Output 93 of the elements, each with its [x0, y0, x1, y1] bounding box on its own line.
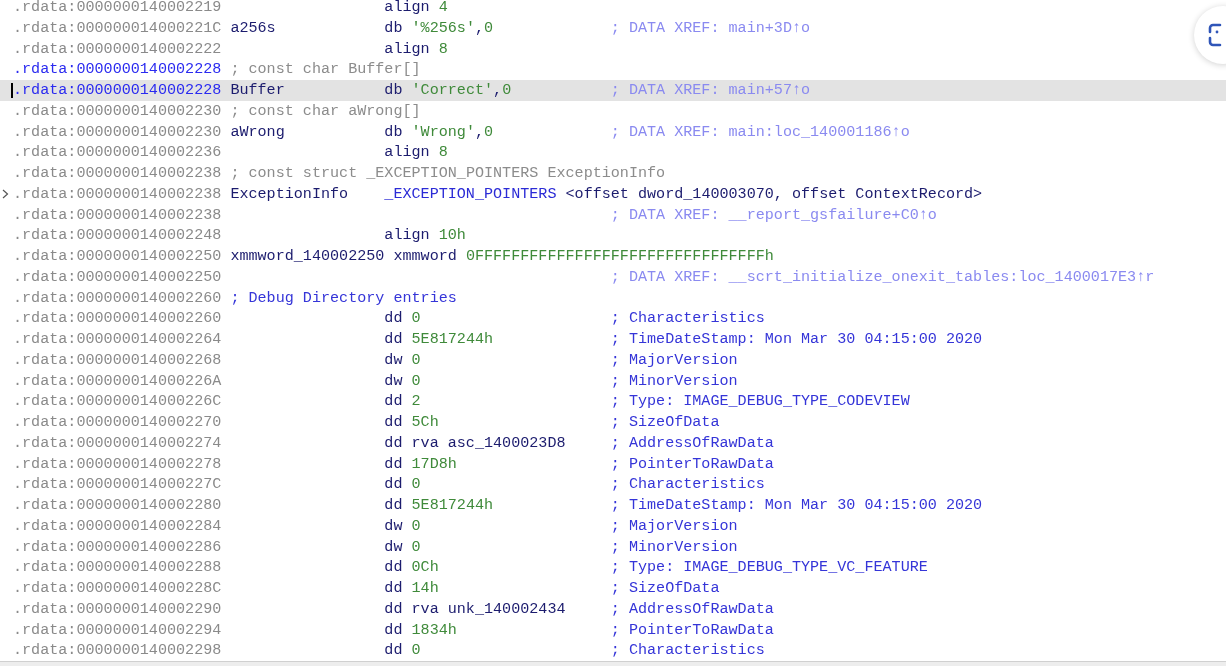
address-text: .rdata:0000000140002268 — [13, 349, 222, 371]
instruction-text: align 10h — [384, 226, 466, 245]
address-text: .rdata:0000000140002260 — [13, 287, 222, 309]
instruction-text: dd 17D8h — [384, 454, 457, 473]
address-text: .rdata:0000000140002280 — [13, 495, 222, 516]
instruction-text: xmmword 0FFFFFFFFFFFFFFFFFFFFFFFFFFFFFFFFh — [393, 247, 774, 265]
scan-icon — [1208, 23, 1222, 47]
instruction-text: dw 0 — [384, 371, 421, 390]
instruction-text: dd 5E817244h — [384, 330, 494, 348]
address-text: .rdata:000000014000221C — [13, 17, 222, 39]
address-text: .rdata:000000014000227C — [13, 474, 222, 495]
address-text: .rdata:0000000140002264 — [13, 329, 222, 350]
address-text: .rdata:0000000140002278 — [13, 453, 222, 475]
comment-text: ; AddressOfRawData — [610, 432, 774, 454]
label-text: aWrong — [230, 122, 285, 141]
address-text: .rdata:0000000140002228 — [13, 80, 222, 101]
label-text: Buffer — [230, 81, 285, 99]
address-text: .rdata:000000014000226A — [13, 370, 222, 392]
comment-text: ; SizeOfData — [610, 578, 720, 599]
text-cursor — [11, 83, 13, 98]
label-text: xmmword_140002250 — [230, 247, 385, 265]
comment-text: ; Characteristics — [610, 308, 765, 329]
instruction-text: dw 0 — [384, 350, 421, 369]
comment-text: ; const char aWrong[] — [230, 100, 421, 122]
comment-text: ; DATA XREF: __scrt_initialize_onexit_tables:loc_1400017E3↑r — [610, 266, 1155, 288]
chevron-icon[interactable] — [2, 189, 9, 200]
instruction-text: dd 5Ch — [384, 413, 439, 431]
instruction-text: align 8 — [384, 39, 448, 58]
comment-text: ; MinorVersion — [610, 536, 738, 558]
address-text: .rdata:0000000140002290 — [13, 598, 222, 620]
instruction-text: _EXCEPTION_POINTERS <offset dword_140003070, offset ContextRecord> — [384, 184, 983, 203]
comment-text: ; DATA XREF: __report_gsfailure+C0↑o — [610, 204, 937, 226]
address-text: .rdata:0000000140002250 — [13, 246, 222, 267]
instruction-text: dd rva asc_1400023D8 — [384, 433, 566, 452]
comment-text: ; const char Buffer[] — [230, 59, 421, 80]
instruction-text: db 'Wrong',0 — [384, 122, 494, 141]
address-text: .rdata:0000000140002294 — [13, 619, 222, 641]
comment-text: ; AddressOfRawData — [610, 598, 774, 620]
instruction-text: db 'Correct',0 — [384, 81, 512, 99]
address-text: .rdata:0000000140002230 — [13, 100, 222, 122]
address-text: .rdata:0000000140002238 — [13, 183, 222, 205]
instruction-text: dd 1834h — [384, 620, 457, 639]
instruction-text: dd 14h — [384, 579, 439, 597]
address-text: .rdata:0000000140002270 — [13, 412, 222, 433]
address-text: .rdata:0000000140002219 — [13, 0, 222, 18]
instruction-text: dd 0 — [384, 309, 421, 328]
instruction-text: dd 0 — [384, 475, 421, 494]
label-text: ExceptionInfo — [230, 184, 349, 203]
address-text: .rdata:000000014000228C — [13, 578, 222, 599]
instruction-text: dd 5E817244h — [384, 496, 494, 514]
address-text: .rdata:0000000140002238 — [13, 163, 222, 184]
address-text: .rdata:0000000140002274 — [13, 432, 222, 454]
address-text: .rdata:0000000140002228 — [13, 59, 222, 80]
instruction-text: db '%256s',0 — [384, 18, 494, 37]
address-text: .rdata:0000000140002250 — [13, 266, 222, 288]
instruction-text: align 8 — [384, 143, 448, 162]
comment-text: ; PointerToRawData — [610, 619, 774, 641]
comment-text: ; MajorVersion — [610, 349, 738, 371]
comment-text: ; DATA XREF: main+3D↑o — [610, 17, 811, 39]
listing-row[interactable]: .rdata:0000000140002228 Buffer db 'Correct',0 ; DATA XREF: main+57↑o — [0, 80, 1226, 101]
comment-text: ; MajorVersion — [610, 515, 738, 537]
instruction-text: dd rva unk_140002434 — [384, 599, 566, 618]
comment-text: ; Characteristics — [610, 474, 765, 495]
instruction-text: dw 0 — [384, 516, 421, 535]
address-text: .rdata:0000000140002288 — [13, 557, 222, 578]
comment-text: ; Characteristics — [610, 640, 765, 661]
comment-text: ; Type: IMAGE_DEBUG_TYPE_VC_FEATURE — [610, 557, 928, 578]
label-text: a256s — [230, 18, 276, 37]
comment-text: ; Debug Directory entries — [230, 287, 457, 309]
instruction-text: align 4 — [384, 0, 448, 16]
address-text: .rdata:000000014000226C — [13, 391, 222, 412]
comment-text: ; PointerToRawData — [610, 453, 774, 475]
address-text: .rdata:0000000140002248 — [13, 225, 222, 246]
instruction-text: dd 0 — [384, 641, 421, 660]
comment-text: ; DATA XREF: main:loc_140001186↑o — [610, 121, 910, 143]
address-text: .rdata:0000000140002284 — [13, 515, 222, 537]
address-text: .rdata:0000000140002236 — [13, 142, 222, 163]
comment-text: ; SizeOfData — [610, 412, 720, 433]
comment-text: ; MinorVersion — [610, 370, 738, 392]
instruction-text: dw 0 — [384, 537, 421, 556]
comment-text: ; TimeDateStamp: Mon Mar 30 04:15:00 2020 — [610, 495, 983, 516]
address-text: .rdata:0000000140002222 — [13, 38, 222, 60]
address-text: .rdata:0000000140002260 — [13, 308, 222, 329]
comment-text: ; TimeDateStamp: Mon Mar 30 04:15:00 2020 — [610, 329, 983, 350]
address-text: .rdata:0000000140002238 — [13, 204, 222, 226]
address-text: .rdata:0000000140002286 — [13, 536, 222, 558]
instruction-text: dd 0Ch — [384, 558, 439, 577]
comment-text: ; DATA XREF: main+57↑o — [610, 80, 811, 101]
address-text: .rdata:0000000140002298 — [13, 640, 222, 661]
instruction-text: dd 2 — [384, 392, 421, 411]
comment-text: ; Type: IMAGE_DEBUG_TYPE_CODEVIEW — [610, 391, 910, 412]
comment-text: ; const struct _EXCEPTION_POINTERS ExceptionInfo — [230, 163, 666, 184]
address-text: .rdata:0000000140002230 — [13, 121, 222, 143]
